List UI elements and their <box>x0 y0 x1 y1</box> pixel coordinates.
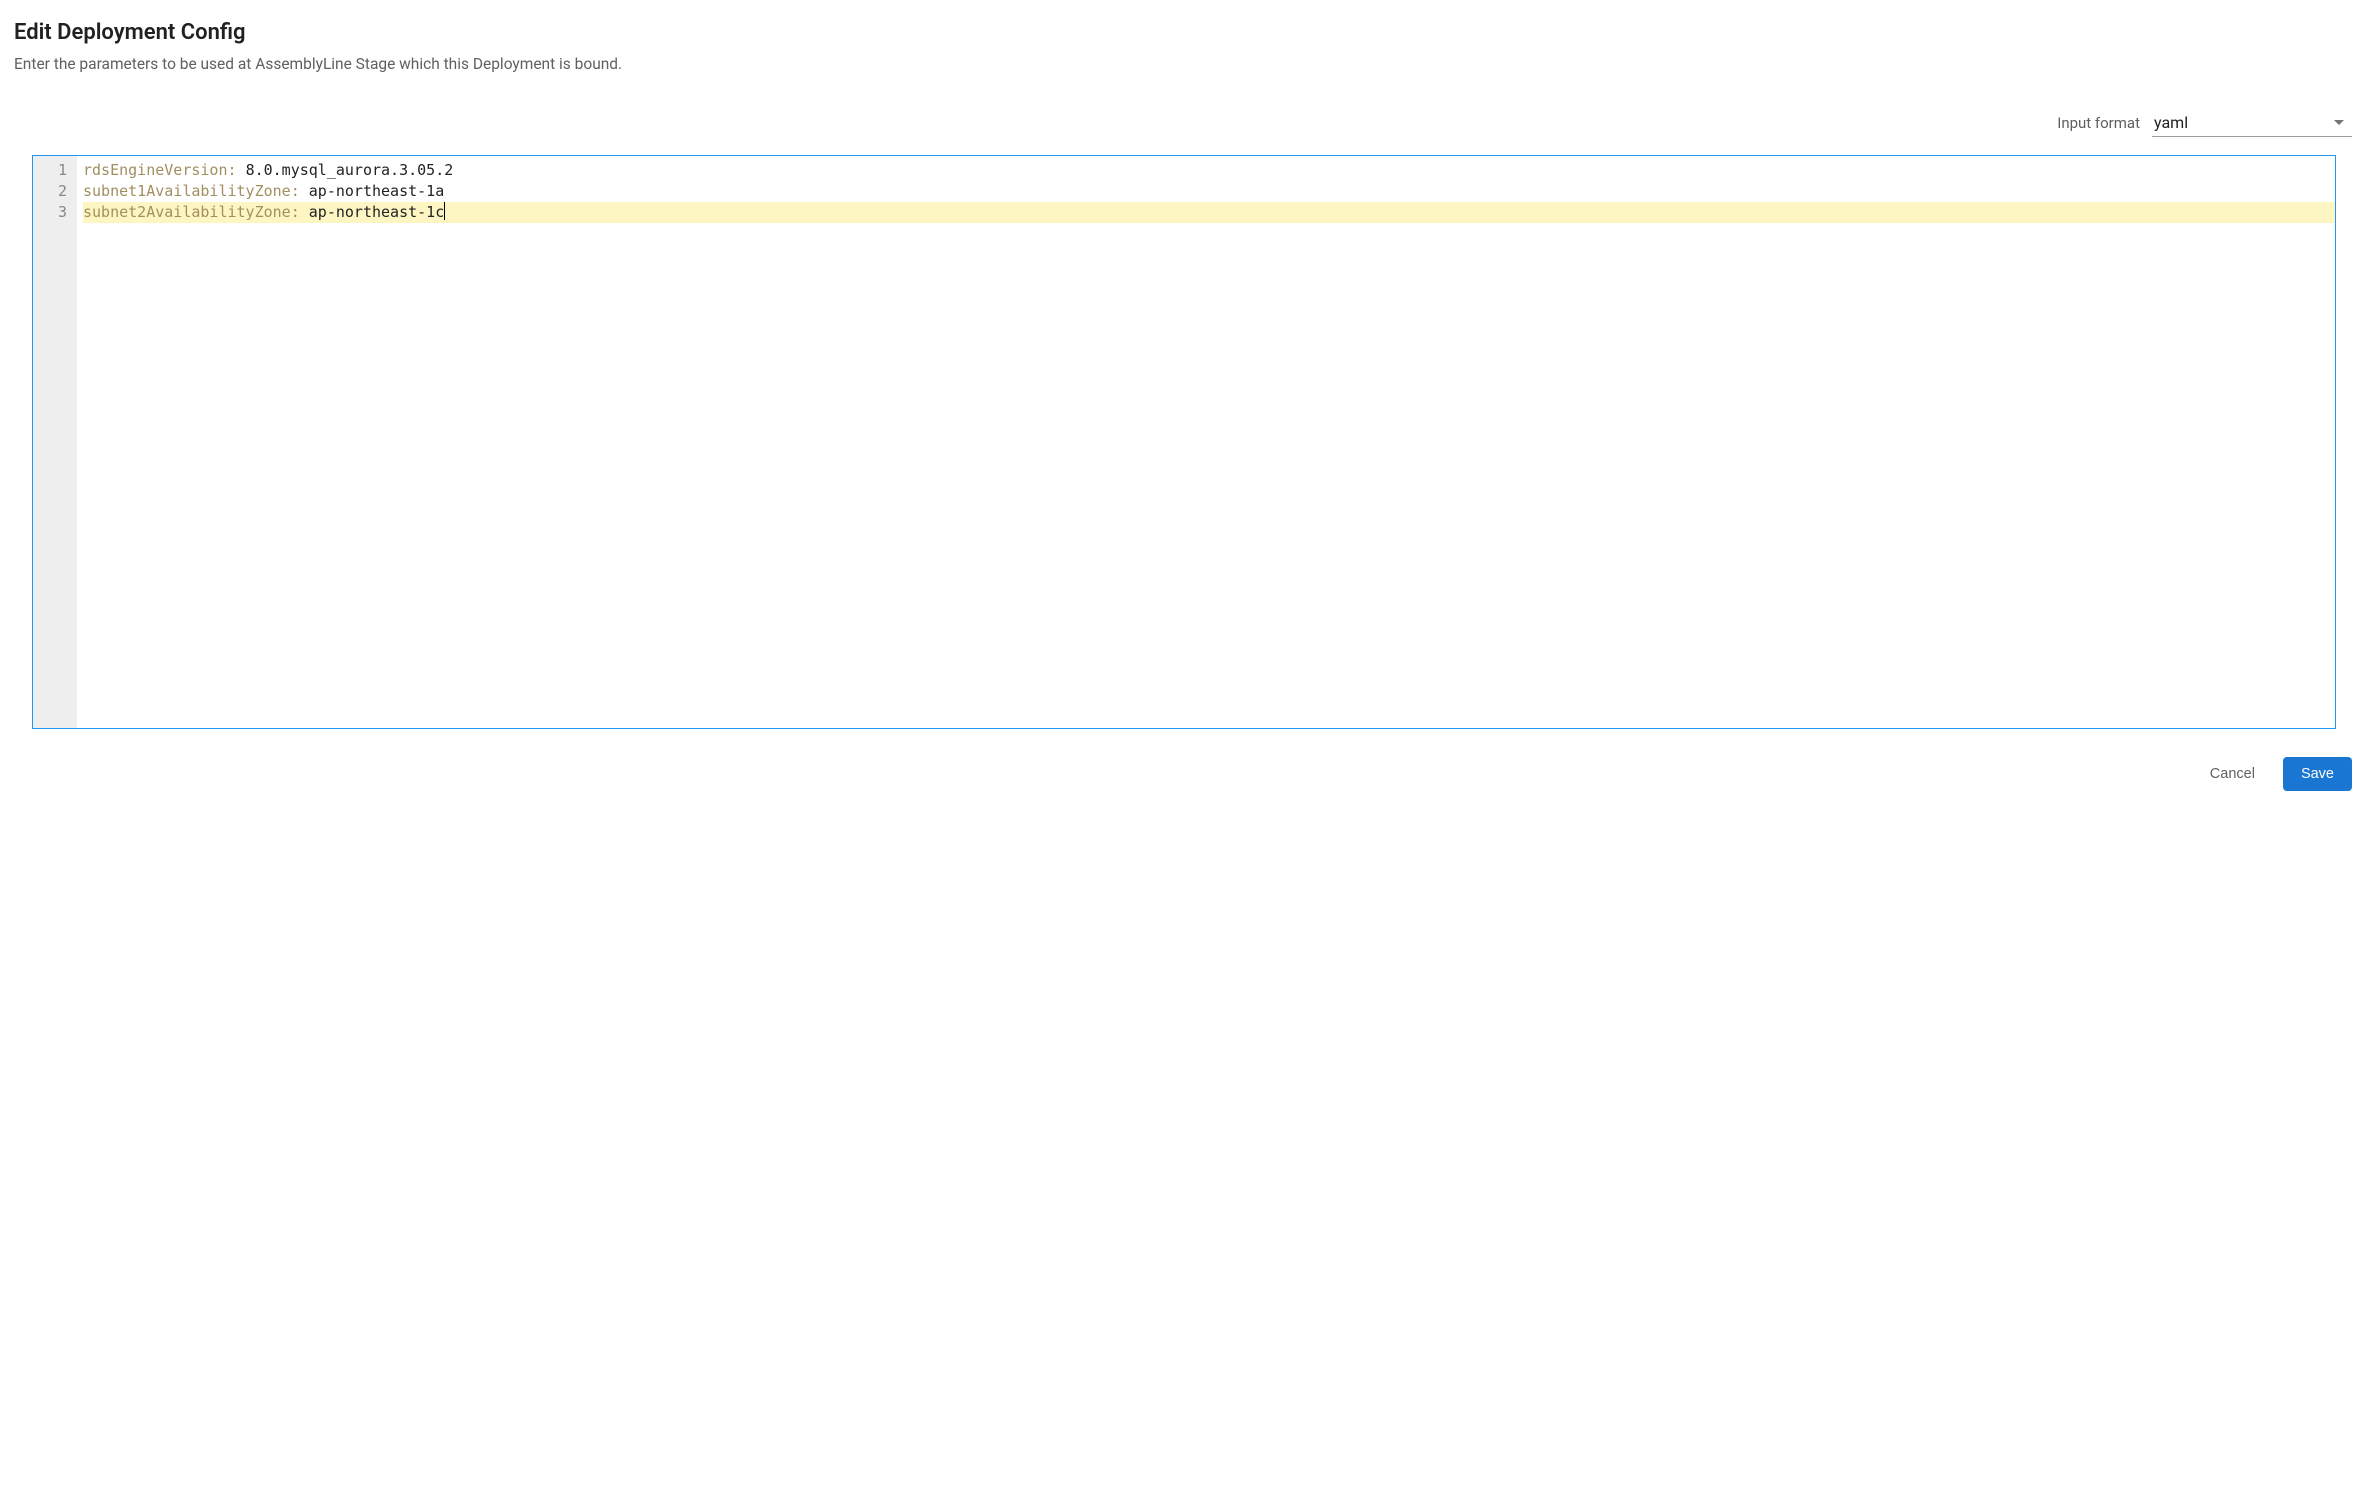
yaml-key: subnet1AvailabilityZone <box>83 182 291 200</box>
page-title: Edit Deployment Config <box>14 20 2354 45</box>
input-format-select[interactable]: yaml <box>2152 109 2352 137</box>
line-number: 1 <box>33 160 69 181</box>
yaml-key: subnet2AvailabilityZone <box>83 203 291 221</box>
yaml-colon: : <box>291 203 309 221</box>
line-number: 3 <box>33 202 69 223</box>
yaml-value: ap-northeast-1a <box>309 182 444 200</box>
dialog-footer: Cancel Save <box>14 729 2354 791</box>
chevron-down-icon <box>2334 120 2344 125</box>
input-format-row: Input format yaml <box>14 109 2354 137</box>
code-line[interactable]: subnet1AvailabilityZone: ap-northeast-1a <box>83 181 2335 202</box>
yaml-colon: : <box>228 161 246 179</box>
editor-codearea[interactable]: rdsEngineVersion: 8.0.mysql_aurora.3.05.… <box>77 156 2335 728</box>
save-button[interactable]: Save <box>2283 757 2352 791</box>
line-number: 2 <box>33 181 69 202</box>
yaml-key: rdsEngineVersion <box>83 161 228 179</box>
yaml-colon: : <box>291 182 309 200</box>
editor-gutter: 123 <box>33 156 77 728</box>
yaml-value: 8.0.mysql_aurora.3.05.2 <box>246 161 454 179</box>
input-format-value: yaml <box>2154 113 2188 132</box>
input-format-label: Input format <box>2057 114 2140 132</box>
page-description: Enter the parameters to be used at Assem… <box>14 55 2354 73</box>
config-editor[interactable]: 123 rdsEngineVersion: 8.0.mysql_aurora.3… <box>32 155 2336 729</box>
cancel-button[interactable]: Cancel <box>2192 757 2273 791</box>
code-line[interactable]: subnet2AvailabilityZone: ap-northeast-1c <box>83 202 2335 223</box>
code-line[interactable]: rdsEngineVersion: 8.0.mysql_aurora.3.05.… <box>83 160 2335 181</box>
text-cursor <box>444 202 445 220</box>
yaml-value: ap-northeast-1c <box>309 203 444 221</box>
